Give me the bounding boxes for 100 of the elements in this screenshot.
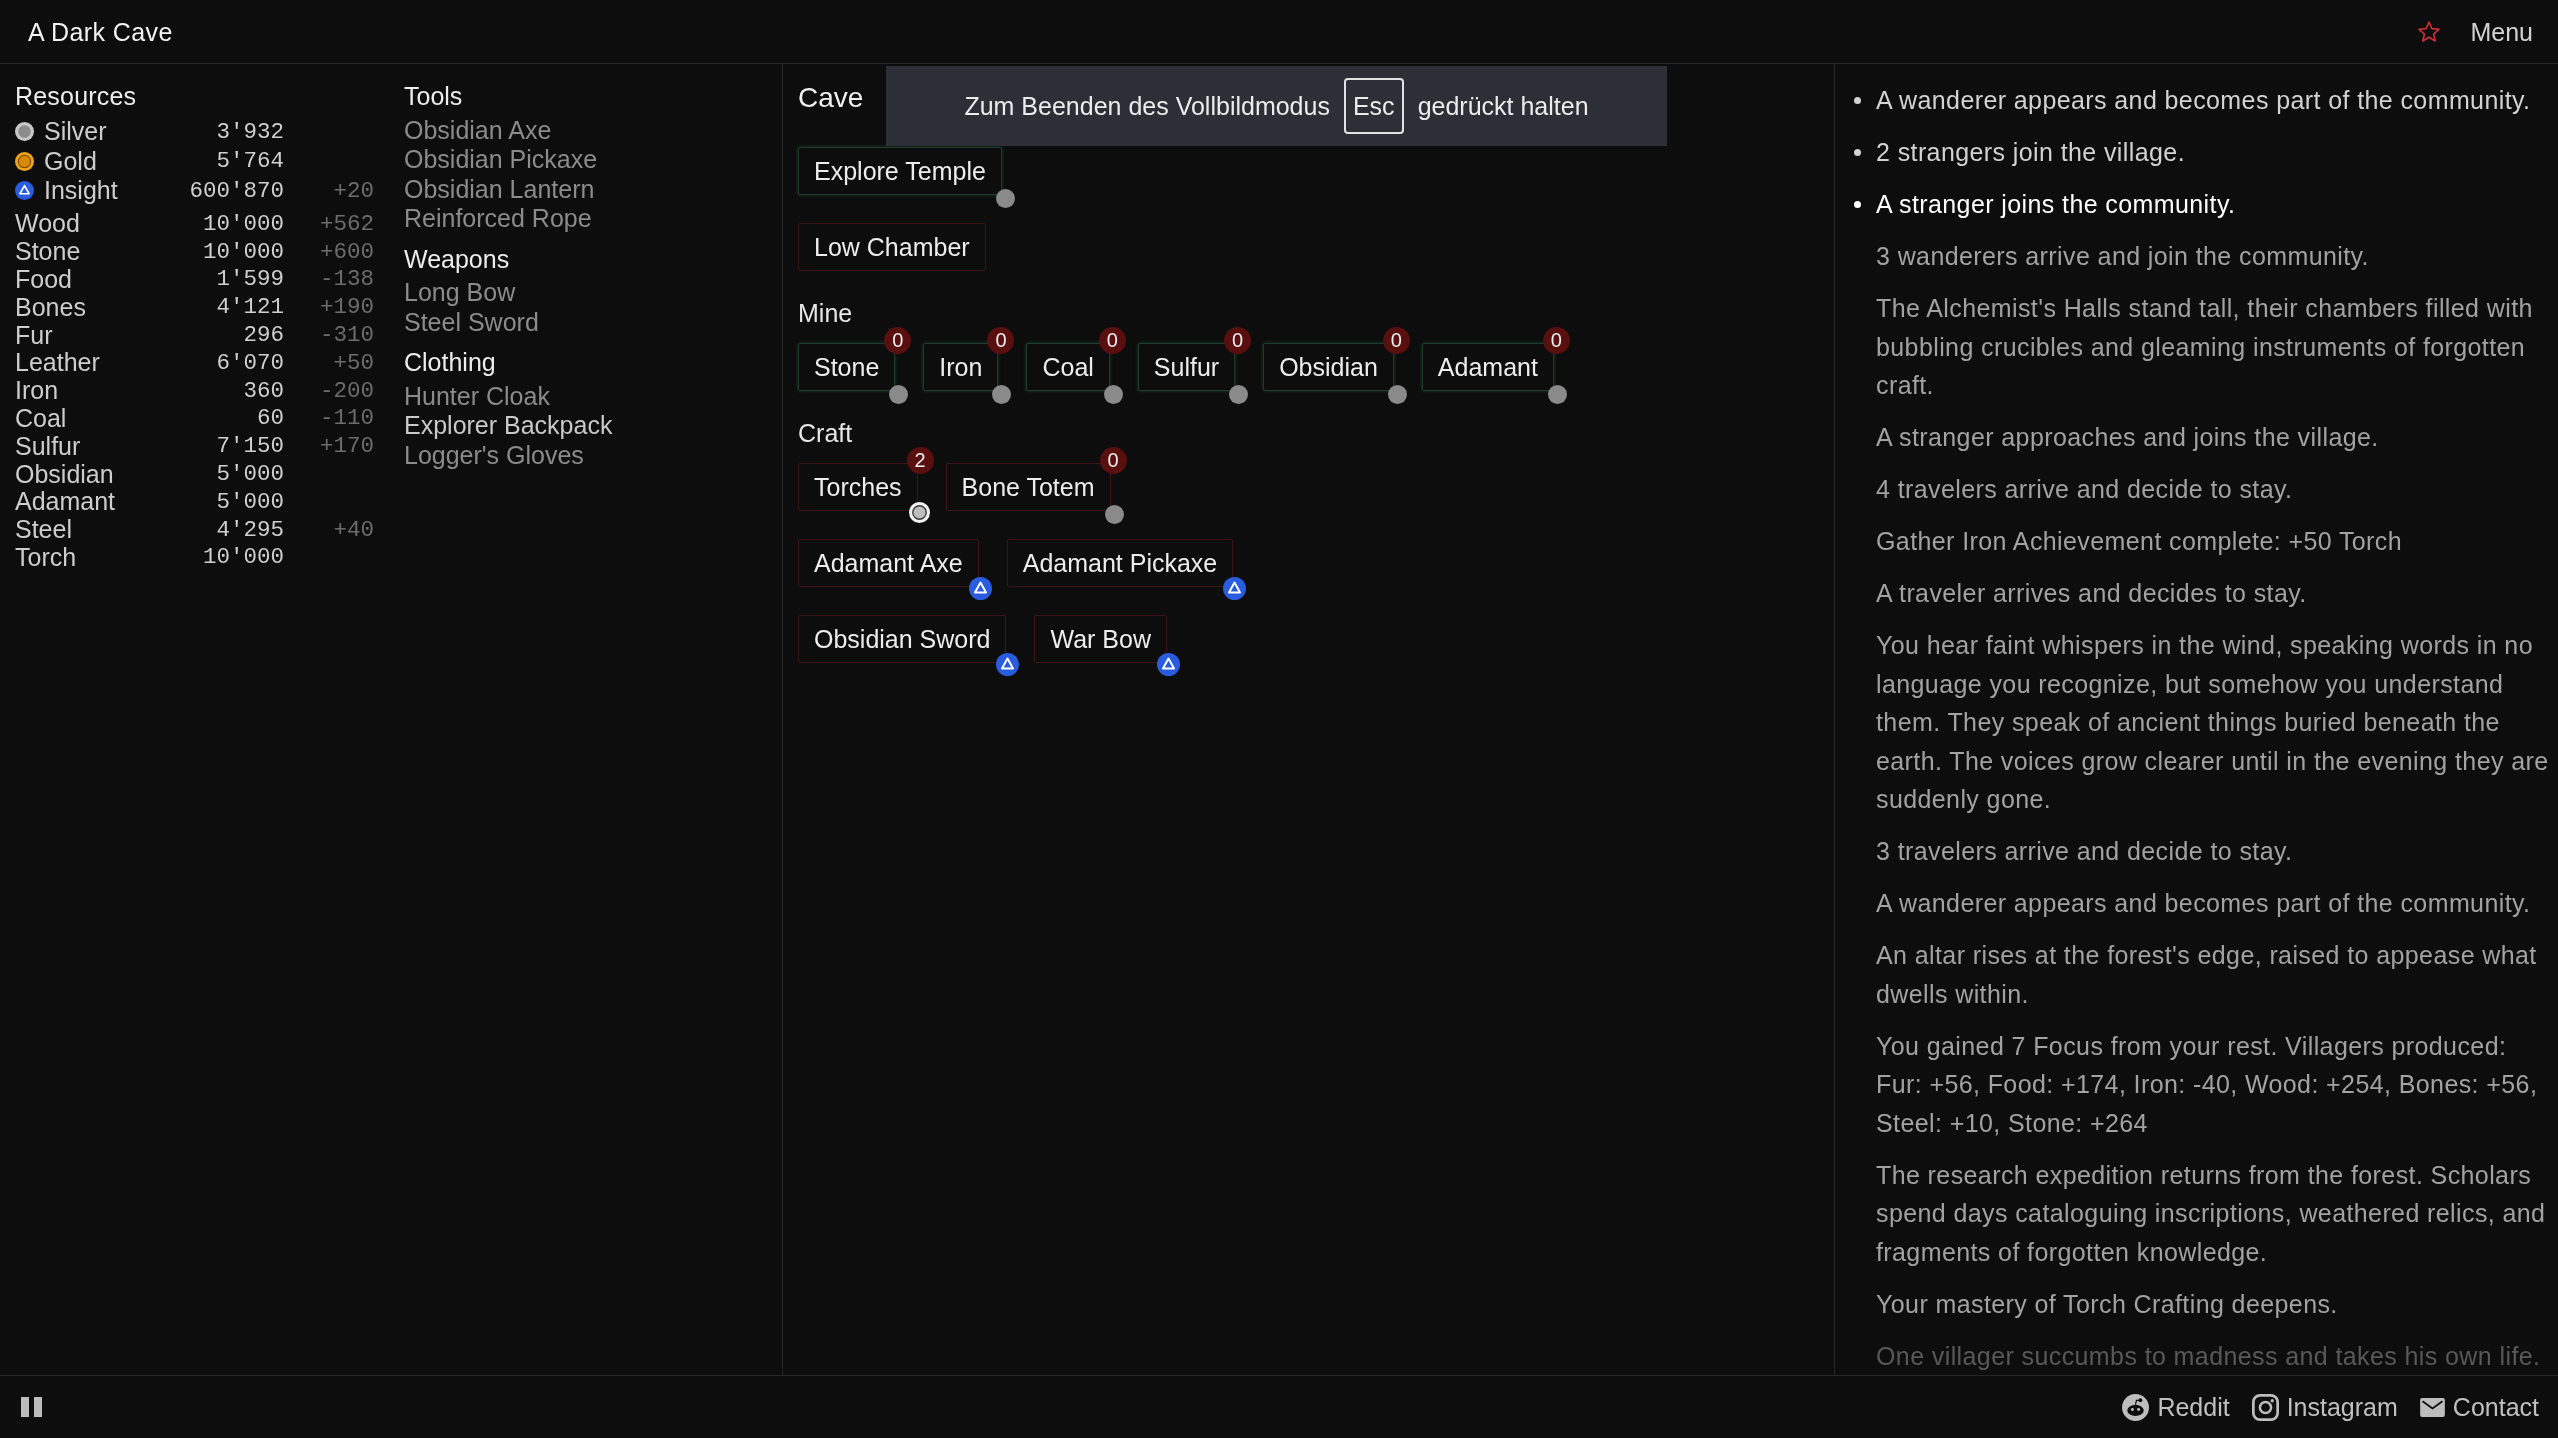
footer-link[interactable]: Reddit [2122,1392,2230,1422]
resource-amount: 3'932 [216,118,284,145]
log-message: The Alchemist's Halls stand tall, their chambers filled with bubbling crucibles and gleaming instruments of forgotten craft. [1876,293,2534,401]
action-button[interactable]: Low Chamber [798,223,986,271]
resource-name: Steel [15,516,72,544]
action-button[interactable]: Obsidian Sword [798,615,1007,663]
resource-rate: +50 [333,349,374,376]
pause-icon[interactable] [21,1397,42,1417]
resource-amount: 5'000 [216,461,284,488]
resource-name: Stone [15,238,81,266]
notice-text: gedrückt halten [1417,91,1589,121]
dot-icon [1104,505,1124,524]
game-title: A Dark Cave [28,16,173,47]
resource-amount: 5'764 [216,148,284,175]
footer-link[interactable]: Instagram [2251,1392,2398,1422]
section-heading: Clothing [404,348,496,376]
equipment-item: Obsidian Pickaxe [404,145,598,175]
resource-name: Bones [15,293,86,321]
log-message: You gained 7 Focus from your rest. Villagers produced: Fur: +56, Food: +174, Iron: -40, Wood: +254, Bones: +56, Steel: +10, Stone: +264 [1876,1030,2539,1139]
resource-name: Wood [15,210,80,238]
equipment-item: Obsidian Lantern [404,174,595,204]
resource-rate: -110 [320,405,374,432]
dot-icon [992,385,1012,404]
menu-button[interactable]: Menu [2470,16,2533,47]
action-button[interactable]: Adamant Pickaxe [1006,539,1234,587]
resource-amount: 10'000 [203,210,284,237]
action-button[interactable]: War Bow [1034,615,1167,663]
resource-name: Fur [15,321,53,349]
log-message: Gather Iron Achievement complete: +50 Torch [1876,526,2404,557]
equipment-item: Steel Sword [404,307,539,337]
count-badge: 0 [1382,327,1410,354]
coin-icon [15,151,34,171]
resource-rate: +40 [333,516,374,543]
notice-text: Zum Beenden des Vollbildmodus [964,91,1330,121]
resource-name: Adamant [15,488,116,516]
resource-name: Torch [15,543,77,571]
footer-link[interactable]: Contact [2419,1392,2539,1422]
resource-rate: +20 [333,177,374,204]
action-button[interactable]: Adamant Axe [798,539,979,587]
section-heading: Resources [15,82,137,110]
resource-rate: -310 [320,322,374,349]
resource-name: Food [15,266,72,293]
log-message: Your mastery of Torch Crafting deepens. [1876,1288,2339,1320]
triangle-disc-icon [15,181,34,201]
section-heading: Weapons [404,244,510,273]
resource-rate: +600 [320,238,374,265]
log-message: The research expedition returns from the forest. Scholars spend days cataloguing inscriptions, weathered relics, and fragments of forgotten knowledge. [1876,1159,2547,1268]
count-badge: 0 [884,327,912,354]
dot-icon [995,189,1015,208]
resource-amount: 600'870 [189,177,284,204]
log-message: A wanderer appears and becomes part of the community. [1876,85,2532,116]
envelope-icon [2419,1397,2445,1417]
section-heading: Craft [798,419,853,447]
resource-amount: 4'121 [216,294,284,321]
resource-name: Coal [15,404,67,432]
bullet-icon [1854,149,1861,156]
log-message: A wanderer appears and becomes part of the community. [1876,888,2532,919]
resource-rate: +190 [320,294,374,321]
resource-rate: +170 [320,433,374,460]
star-icon[interactable] [2418,21,2441,42]
triangle-disc-icon [968,577,992,600]
log-message: 4 travelers arrive and decide to stay. [1876,474,2294,505]
log-message: One villager succumbs to madness and takes his own life. [1876,1340,2542,1372]
dot-icon [889,385,909,404]
resource-amount: 296 [243,322,284,349]
location-title: Cave [798,81,864,115]
log-message: 3 travelers arrive and decide to stay. [1876,836,2294,867]
equipment-item: Long Bow [404,278,516,308]
resource-name: Gold [44,147,97,175]
log-message: You hear faint whispers in the wind, speaking words in no language you recognize, but somehow you understand them. They speak of ancient things buried beneath the earth. The voices grow clearer until in the evening they are suddenly gone. [1876,630,2550,815]
action-button[interactable]: Explore Temple [798,147,1002,195]
count-badge: 0 [987,327,1015,354]
resource-name: Sulfur [15,432,81,460]
resource-amount: 7'150 [216,433,284,460]
resource-name: Insight [44,177,118,205]
resource-name: Iron [15,377,59,405]
dot-icon [1387,385,1407,404]
resource-name: Leather [15,349,100,377]
triangle-disc-icon [1156,653,1180,676]
log-message: A traveler arrives and decides to stay. [1876,578,2308,609]
section-heading: Tools [404,82,463,110]
equipment-item: Explorer Backpack [404,411,613,441]
resource-amount: 1'599 [216,266,284,293]
dot-icon [1547,385,1567,404]
coin-icon [15,122,34,142]
log-message: A stranger approaches and joins the village. [1876,422,2380,453]
resource-amount: 4'295 [216,516,284,543]
count-badge: 0 [1099,447,1127,474]
resource-rate: +562 [320,210,374,237]
count-badge: 0 [1542,327,1570,354]
resource-amount: 6'070 [216,349,284,376]
target-icon [908,502,930,523]
resource-name: Silver [44,118,107,146]
log-message: 2 strangers join the village. [1876,137,2186,168]
log-message: 3 wanderers arrive and join the community. [1876,241,2370,272]
resource-amount: 5'000 [216,488,284,515]
resource-rate: -200 [320,377,374,404]
count-badge: 2 [906,447,934,474]
bullet-icon [1854,97,1861,104]
triangle-disc-icon [1223,577,1247,600]
